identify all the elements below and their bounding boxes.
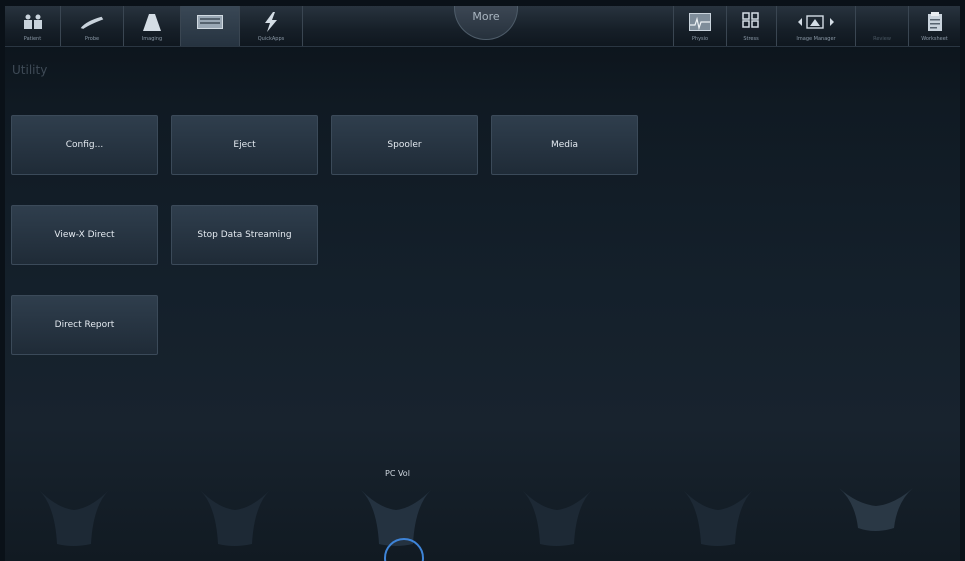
toolbar-probe[interactable]: Probe bbox=[61, 6, 124, 46]
imaging-icon bbox=[139, 11, 165, 33]
toolbar-patient-label: Patient bbox=[23, 36, 42, 42]
view-x-direct-button[interactable]: View-X Direct bbox=[11, 205, 158, 265]
lightning-icon bbox=[258, 11, 284, 33]
toolbar-worksheet[interactable]: Worksheet bbox=[909, 6, 960, 46]
toolbar-image-manager-label: Image Manager bbox=[796, 36, 836, 42]
knob-6[interactable] bbox=[837, 484, 915, 554]
toolbar-probe-label: Probe bbox=[84, 36, 100, 42]
toolbar-keyboard[interactable] bbox=[181, 6, 240, 46]
toolbar-quickapps-label: QuickApps bbox=[257, 36, 285, 42]
toolbar-worksheet-label: Worksheet bbox=[921, 36, 948, 42]
knob-1[interactable] bbox=[35, 484, 113, 554]
pc-vol-label: PC Vol bbox=[385, 469, 410, 478]
more-tab[interactable]: More bbox=[454, 6, 518, 40]
eject-button[interactable]: Eject bbox=[171, 115, 318, 175]
toolbar-physio[interactable]: Physio bbox=[673, 6, 727, 46]
stop-data-streaming-button[interactable]: Stop Data Streaming bbox=[171, 205, 318, 265]
review-icon bbox=[869, 11, 895, 33]
config-button[interactable]: Config... bbox=[11, 115, 158, 175]
toolbar-stress-label: Stress bbox=[743, 36, 759, 42]
top-toolbar: Patient Probe Imaging QuickApps More Phy… bbox=[5, 6, 960, 47]
knob-5[interactable] bbox=[679, 484, 757, 554]
worksheet-icon bbox=[922, 11, 948, 33]
stress-icon bbox=[738, 11, 764, 33]
keyboard-icon bbox=[197, 11, 223, 33]
screen: Patient Probe Imaging QuickApps More Phy… bbox=[5, 6, 960, 561]
patient-icon bbox=[20, 11, 46, 33]
image-manager-icon bbox=[791, 11, 841, 33]
toolbar-imaging-label: Imaging bbox=[141, 36, 163, 42]
toolbar-imaging[interactable]: Imaging bbox=[124, 6, 181, 46]
physio-icon bbox=[687, 11, 713, 33]
page-title: Utility bbox=[12, 63, 48, 77]
direct-report-button[interactable]: Direct Report bbox=[11, 295, 158, 355]
knob-2[interactable] bbox=[196, 484, 274, 554]
media-button[interactable]: Media bbox=[491, 115, 638, 175]
toolbar-patient[interactable]: Patient bbox=[5, 6, 61, 46]
toolbar-quickapps[interactable]: QuickApps bbox=[240, 6, 303, 46]
spooler-button[interactable]: Spooler bbox=[331, 115, 478, 175]
toolbar-stress[interactable]: Stress bbox=[726, 6, 777, 46]
toolbar-physio-label: Physio bbox=[691, 36, 709, 42]
knob-4[interactable] bbox=[518, 484, 596, 554]
toolbar-review[interactable]: Review bbox=[856, 6, 909, 46]
toolbar-image-manager[interactable]: Image Manager bbox=[777, 6, 856, 46]
toolbar-review-label: Review bbox=[873, 36, 891, 42]
probe-icon bbox=[79, 11, 105, 33]
